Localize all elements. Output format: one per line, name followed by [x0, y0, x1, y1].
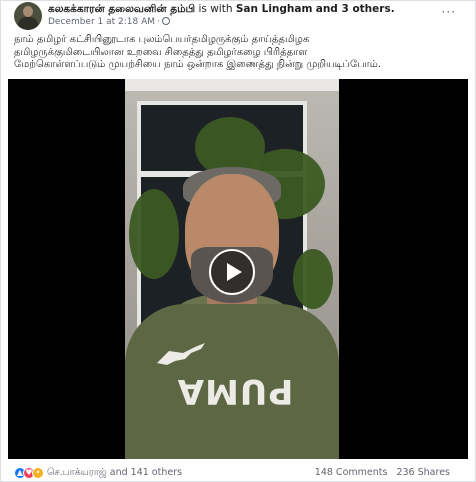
post-footer: ▲ ♥ • செ.பாக்யராஜ் and 141 others 148 Co… [14, 466, 462, 482]
reactor-name: செ.பாக்யராஜ் [47, 467, 107, 478]
ceiling-light [125, 79, 339, 91]
tagged-others[interactable]: and 3 others. [316, 3, 395, 15]
post-text: நாம் தமிழர் கட்சியினூடாக புலம்பெயர்தமிழர… [14, 34, 466, 72]
tagged-person[interactable]: San Lingham [236, 3, 313, 15]
reaction-summary[interactable]: செ.பாக்யராஜ் and 141 others [47, 467, 182, 479]
with-prefix: is with [198, 3, 233, 15]
sad-icon: • [32, 467, 44, 479]
reactor-others: and 141 others [109, 467, 183, 478]
shares-count[interactable]: 236 Shares [396, 467, 450, 478]
play-button[interactable] [209, 249, 255, 295]
more-options-button[interactable]: ··· [442, 5, 456, 19]
engagement-counts: 148 Comments 236 Shares [309, 467, 450, 478]
play-icon [227, 263, 242, 281]
meta-separator: · [157, 17, 160, 27]
avatar-body [18, 17, 38, 30]
avatar-head [23, 6, 33, 17]
globe-icon [161, 17, 170, 25]
plant-leaves [129, 189, 179, 279]
post-text-line: மேற்கொள்ளப்படும் முயற்சியை நாம் ஒன்றாக இ… [14, 59, 381, 70]
shirt-text: PUMA [176, 371, 294, 411]
post-text-line: நாம் தமிழர் கட்சியினூடாக புலம்பெயர்தமிழர… [14, 34, 310, 45]
comments-count[interactable]: 148 Comments [315, 467, 388, 478]
video-player[interactable]: PUMA [8, 79, 468, 459]
timestamp[interactable]: December 1 at 2:18 AM [48, 17, 155, 27]
post-header: கலகக்காரன் தலைவனின் தம்பி is with San Li… [14, 2, 460, 30]
avatar[interactable] [14, 2, 42, 30]
post-meta: December 1 at 2:18 AM · [48, 17, 170, 27]
author-name[interactable]: கலகக்காரன் தலைவனின் தம்பி [48, 3, 195, 15]
author-line: கலகக்காரன் தலைவனின் தம்பி is with San Li… [48, 3, 395, 16]
post-text-line: தமிழருக்குமிடையிலான உறவை சிதைத்து தமிழர்… [14, 46, 308, 58]
puma-logo-icon [157, 343, 205, 365]
plant-leaves [293, 249, 333, 309]
